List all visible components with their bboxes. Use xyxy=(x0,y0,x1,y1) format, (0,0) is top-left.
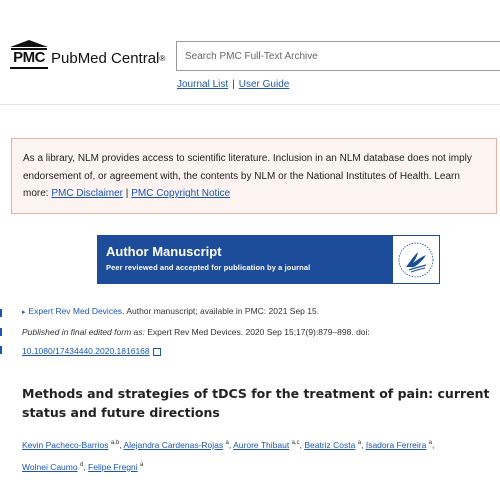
top-links: Journal List | User Guide xyxy=(177,79,289,90)
author-link[interactable]: Isadora Ferreira xyxy=(366,440,426,450)
pmc-logo-icon: PMC xyxy=(10,40,48,69)
banner-title: Author Manuscript xyxy=(106,244,222,259)
author-affiliation: d xyxy=(79,461,84,468)
expand-triangle-icon[interactable]: ▸ xyxy=(22,309,26,316)
link-separator: | xyxy=(232,79,235,90)
author-affiliation: a xyxy=(428,440,433,446)
pmc-disclaimer-link[interactable]: PMC Disclaimer xyxy=(51,188,123,199)
author-affiliation: a xyxy=(140,461,144,468)
doi-line: 10.1080/17434440.2020.1816168 xyxy=(22,346,161,356)
author-link[interactable]: Beatriz Costa xyxy=(304,440,355,450)
published-label: Published in final edited form as: xyxy=(22,327,145,337)
nlm-disclaimer: As a library, NLM provides access to sci… xyxy=(11,138,497,214)
search-input[interactable] xyxy=(177,42,500,70)
availability-text: . Author manuscript; available in PMC: 2… xyxy=(122,306,320,316)
logo-name: PubMed Central® xyxy=(51,50,166,67)
disclaimer-separator: | xyxy=(125,188,129,199)
author-affiliation: a,c xyxy=(291,440,300,446)
user-guide-link[interactable]: User Guide xyxy=(239,79,290,90)
author-link[interactable]: Kevin Pacheco-Barrios xyxy=(22,440,108,450)
author-affiliation: a xyxy=(357,440,362,446)
journal-link[interactable]: Expert Rev Med Devices xyxy=(29,306,123,316)
author-link[interactable]: Felipe Fregni xyxy=(88,462,138,472)
article-title: Methods and strategies of tDCS for the t… xyxy=(22,386,490,420)
left-edge-mark xyxy=(0,309,5,317)
pmc-copyright-link[interactable]: PMC Copyright Notice xyxy=(131,188,230,199)
author-link[interactable]: Alejandra Cardenas-Rojas xyxy=(123,440,223,450)
author-affiliation: a,b xyxy=(110,440,120,446)
author-affiliation: a xyxy=(225,440,229,446)
published-line: Published in final edited form as: Exper… xyxy=(22,327,370,337)
pmc-logo[interactable]: PMC PubMed Central® xyxy=(10,40,166,69)
journal-list-link[interactable]: Journal List xyxy=(177,79,228,90)
author-manuscript-banner: Author Manuscript Peer reviewed and acce… xyxy=(97,235,440,284)
header-divider xyxy=(0,104,500,105)
banner-subtitle: Peer reviewed and accepted for publicati… xyxy=(106,263,311,272)
disclaimer-text: As a library, NLM provides access to sci… xyxy=(23,153,472,182)
author-link[interactable]: Aurore Thibaut xyxy=(233,440,289,450)
doi-link[interactable]: 10.1080/17434440.2020.1816168 xyxy=(22,346,150,356)
published-details: Expert Rev Med Devices. 2020 Sep 15;17(9… xyxy=(144,327,370,337)
search-box[interactable] xyxy=(176,41,500,71)
author-list: Kevin Pacheco-Barrios a,b, Alejandra Car… xyxy=(22,439,435,472)
site-header: PMC PubMed Central® Journal List | User Gu… xyxy=(0,0,500,105)
left-edge-mark xyxy=(0,346,5,354)
left-edge-mark xyxy=(0,328,5,336)
author-link[interactable]: Wolnei Caumo xyxy=(22,462,78,472)
banner-text-area: Author Manuscript Peer reviewed and acce… xyxy=(97,235,392,284)
hhs-eagle-icon xyxy=(392,235,440,284)
external-link-icon xyxy=(152,347,161,356)
citation-line: ▸ Expert Rev Med Devices. Author manuscri… xyxy=(22,306,319,316)
